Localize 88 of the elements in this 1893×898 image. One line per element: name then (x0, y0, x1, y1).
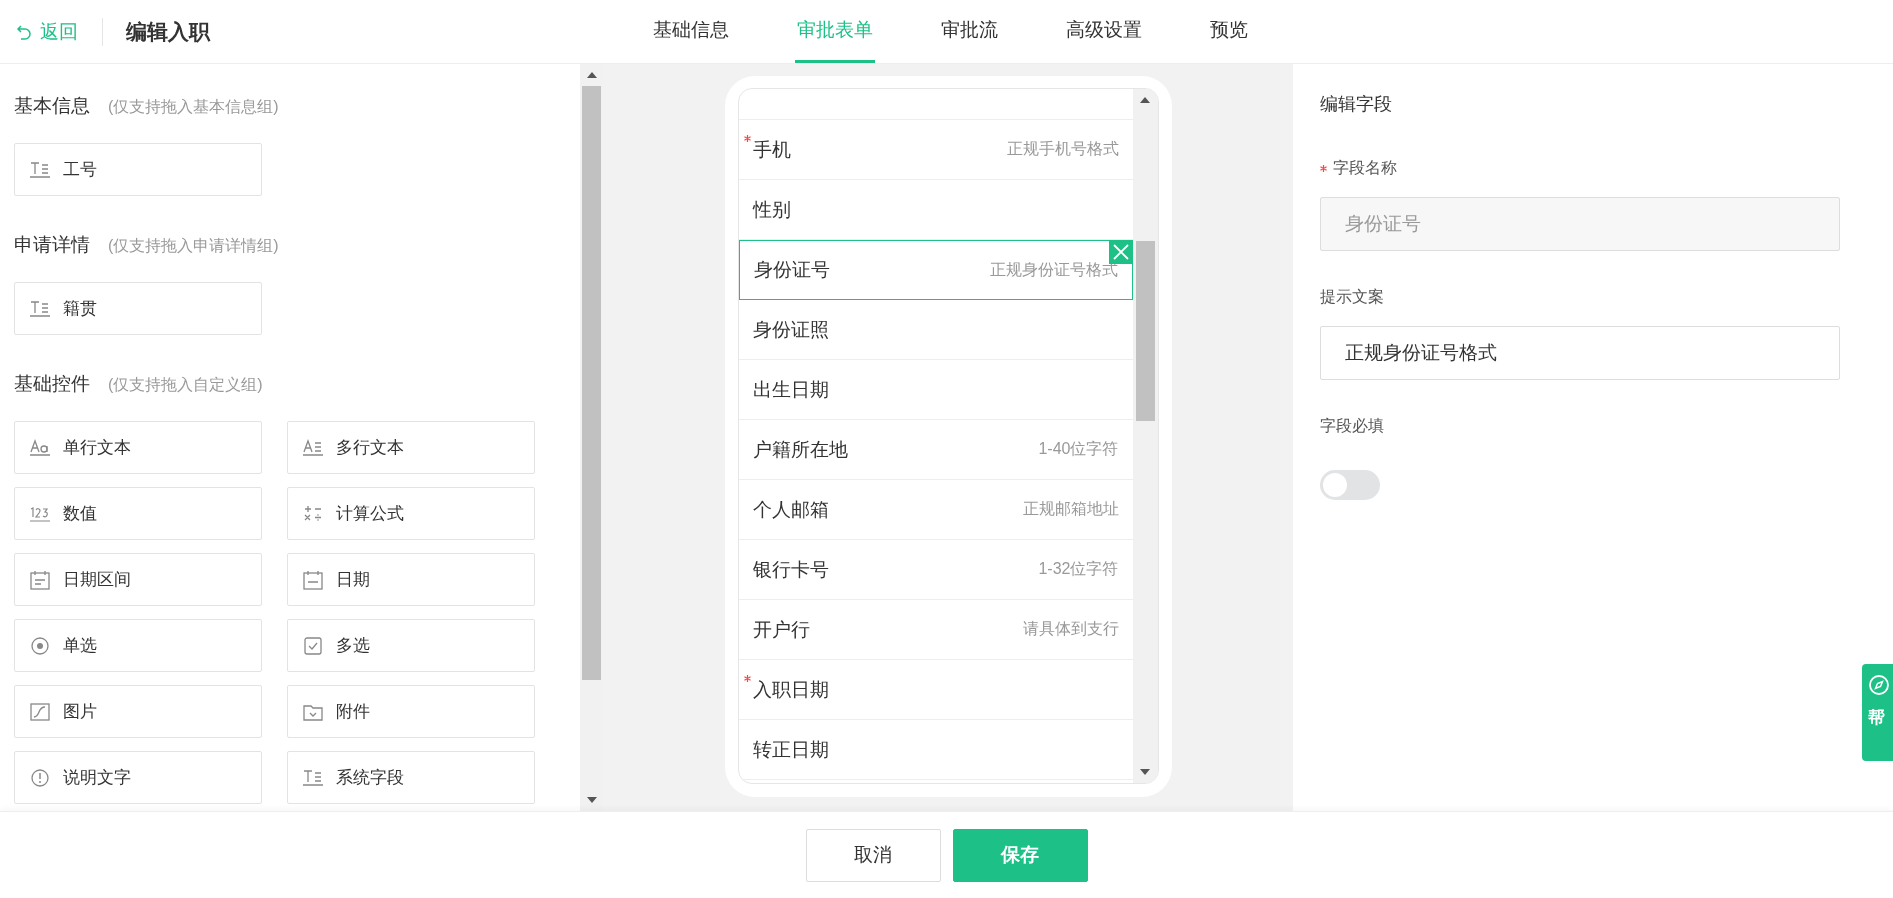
page-title: 编辑入职 (126, 18, 210, 45)
control-label: 说明文字 (63, 767, 131, 789)
control-item[interactable]: 工号 (14, 143, 262, 196)
field-label: 开户行 (752, 617, 810, 642)
control-label: 数值 (63, 503, 97, 525)
control-label: 工号 (63, 159, 97, 181)
panel-title: 编辑字段 (1320, 93, 1393, 116)
form-field-row[interactable]: 入职日期 (738, 660, 1133, 720)
tab[interactable]: 基础信息 (651, 0, 731, 63)
form-field-row[interactable]: 身份证照 (738, 300, 1133, 360)
group-hint: (仅支持拖入申请详情组) (108, 236, 279, 256)
control-item[interactable]: 图片 (14, 685, 262, 738)
group-title: 基本信息 (14, 94, 90, 118)
control-label: 单选 (63, 635, 97, 657)
control-label: 附件 (336, 701, 370, 723)
scrollbar[interactable] (580, 64, 603, 811)
form-field-row[interactable]: 银行卡号 1-32位字符 (738, 540, 1133, 600)
text-lines-icon (29, 298, 51, 319)
control-item[interactable]: 多行文本 (287, 421, 535, 474)
control-item[interactable]: 日期 (287, 553, 535, 606)
field-label: 户籍所在地 (752, 437, 848, 462)
group-title: 基础控件 (14, 372, 90, 396)
field-label: 提示文案 (1320, 287, 1384, 307)
text-lines-icon (302, 767, 324, 788)
field-label: 性别 (752, 197, 791, 222)
tab[interactable]: 高级设置 (1064, 0, 1144, 63)
tab[interactable]: 预览 (1208, 0, 1250, 63)
control-label: 多选 (336, 635, 370, 657)
font-icon (29, 437, 51, 458)
field-hint: 请具体到支行 (1022, 619, 1119, 639)
group-hint: (仅支持拖入基本信息组) (108, 97, 279, 117)
field-label: 身份证照 (752, 317, 829, 342)
form-field-row[interactable]: 性别 (738, 180, 1133, 240)
field-hint: 正规手机号格式 (1006, 139, 1119, 159)
calendar-icon (29, 569, 51, 590)
field-hint: 1-40位字符 (1038, 439, 1119, 459)
form-field-row[interactable]: 手机 正规手机号格式 (738, 120, 1133, 180)
control-item[interactable]: 系统字段 (287, 751, 535, 804)
back-arrow-icon (16, 23, 32, 40)
field-label: 字段名称 (1333, 158, 1397, 178)
hint-text-input[interactable]: 正规身份证号格式 (1320, 326, 1840, 380)
form-field-row[interactable]: 个人邮箱 正规邮箱地址 (738, 480, 1133, 540)
control-label: 日期 (336, 569, 370, 591)
required-toggle[interactable] (1320, 470, 1380, 500)
field-label: 入职日期 (752, 676, 829, 703)
control-label: 系统字段 (336, 767, 404, 789)
text-lines-icon (29, 159, 51, 180)
form-field-row[interactable]: 开户行 请具体到支行 (738, 600, 1133, 660)
tab[interactable]: 审批流 (939, 0, 1000, 63)
field-label: 银行卡号 (752, 557, 829, 582)
control-label: 图片 (63, 701, 97, 723)
radio-icon (29, 635, 51, 656)
field-label: 手机 (752, 136, 791, 163)
cancel-button[interactable]: 取消 (805, 828, 941, 882)
calculator-icon (302, 503, 324, 524)
info-icon (29, 767, 51, 788)
control-item[interactable]: 单选 (14, 619, 262, 672)
form-field-row[interactable]: 户籍所在地 1-40位字符 (738, 420, 1133, 480)
checkbox-icon (302, 635, 324, 656)
field-label: 字段必填 (1320, 416, 1384, 436)
scrollbar[interactable] (1132, 89, 1158, 783)
control-label: 籍贯 (63, 298, 97, 320)
field-label: 转正日期 (752, 737, 829, 762)
field-hint: 正规邮箱地址 (1022, 499, 1119, 519)
image-icon (29, 701, 51, 722)
compass-icon (1868, 674, 1890, 696)
control-item[interactable]: 计算公式 (287, 487, 535, 540)
control-label: 日期区间 (63, 569, 131, 591)
field-hint: 1-32位字符 (1038, 559, 1119, 579)
group-title: 申请详情 (14, 233, 90, 257)
field-label: 个人邮箱 (752, 497, 829, 522)
field-label: 身份证号 (753, 258, 830, 282)
control-item[interactable]: 数值 (14, 487, 262, 540)
font-lines-icon (302, 437, 324, 458)
control-item[interactable]: 单行文本 (14, 421, 262, 474)
form-field-row[interactable]: 出生日期 (738, 360, 1133, 420)
control-item[interactable]: 附件 (287, 685, 535, 738)
control-item[interactable]: 说明文字 (14, 751, 262, 804)
control-item[interactable]: 多选 (287, 619, 535, 672)
control-label: 单行文本 (63, 437, 131, 459)
control-item[interactable]: 籍贯 (14, 282, 262, 335)
field-label: 出生日期 (752, 377, 829, 402)
control-label: 多行文本 (336, 437, 404, 459)
form-field-row[interactable]: 转正日期 (738, 720, 1133, 780)
calendar-icon (302, 569, 324, 590)
control-label: 计算公式 (336, 503, 404, 525)
control-item[interactable]: 日期区间 (14, 553, 262, 606)
group-hint: (仅支持拖入自定义组) (108, 375, 263, 395)
